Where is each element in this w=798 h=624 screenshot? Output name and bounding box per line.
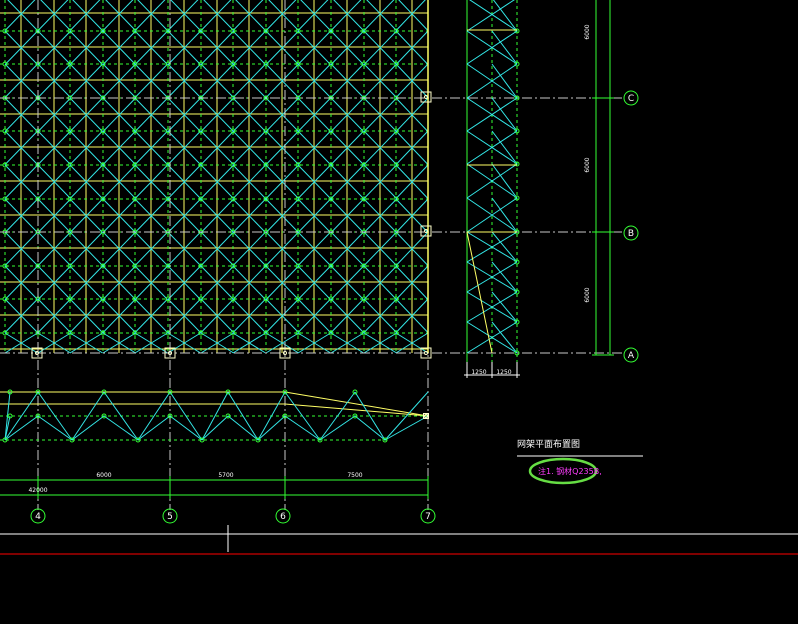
- row-axis-b: B: [623, 225, 639, 241]
- elevation-web: [71, 391, 105, 441]
- elevation-web: [4, 415, 39, 441]
- elevation-web: [384, 415, 429, 441]
- dimension-lines: [0, 476, 429, 499]
- section-web: [491, 63, 518, 99]
- dimension-right-1: 6000: [584, 24, 591, 39]
- elevation-web: [37, 415, 73, 441]
- section-web: [491, 130, 518, 165]
- elevation-web: [284, 415, 321, 441]
- drawing-title-block: 网架平面布置图: [517, 438, 643, 457]
- dimension-bottom-3: 7500: [347, 472, 362, 479]
- section-web: [491, 261, 518, 293]
- elevation-web: [137, 415, 171, 441]
- material-note-text: 注1. 钢材Q235B,: [538, 466, 602, 476]
- section-web: [491, 163, 518, 199]
- support-node-center: [424, 95, 428, 99]
- section-web: [491, 197, 518, 233]
- elevation-web: [319, 415, 356, 441]
- column-axis-5: 5: [162, 508, 178, 524]
- column-axis-6: 6: [275, 508, 291, 524]
- bottom-elevation-view: [0, 389, 429, 443]
- dimension-section-1: 1250: [471, 369, 486, 376]
- row-axis-a-label: A: [628, 351, 635, 361]
- column-axis-7-label: 7: [425, 512, 431, 522]
- elevation-web: [169, 415, 203, 441]
- section-web: [491, 291, 518, 323]
- cad-drawing-canvas[interactable]: C B A 4 5 6 7 6000 5700 7500 42000 6000 …: [0, 0, 798, 624]
- dimension-right-3: 6000: [584, 287, 591, 302]
- section-web: [492, 0, 518, 32]
- elevation-web: [257, 391, 286, 441]
- elevation-chord-slope: [284, 391, 429, 417]
- drawing-title: 网架平面布置图: [517, 438, 580, 450]
- column-axis-5-label: 5: [167, 512, 173, 522]
- section-chord-slope: [466, 231, 493, 354]
- side-section-view: [464, 0, 614, 378]
- row-axis-c: C: [623, 90, 639, 106]
- column-axis-4: 4: [30, 508, 46, 524]
- elevation-web: [201, 415, 229, 441]
- dimension-right-2: 6000: [584, 157, 591, 172]
- elevation-web: [137, 391, 171, 441]
- elevation-web: [354, 415, 386, 441]
- row-axis-b-label: B: [628, 229, 634, 239]
- section-web: [491, 97, 518, 132]
- dimension-section-2: 1250: [496, 369, 511, 376]
- support-node-center: [424, 351, 428, 355]
- elevation-web: [227, 415, 259, 441]
- dimension-bottom-2: 5700: [218, 472, 233, 479]
- column-axis-6-label: 6: [280, 512, 286, 522]
- elevation-web: [257, 415, 286, 441]
- column-axis-4-label: 4: [35, 512, 41, 522]
- section-web: [491, 321, 518, 354]
- row-axis-c-label: C: [628, 94, 634, 104]
- elevation-web: [71, 415, 105, 441]
- dimension-bottom-total: 42000: [28, 487, 47, 494]
- row-axis-a: A: [623, 347, 639, 363]
- section-web: [491, 30, 518, 65]
- material-note[interactable]: 注1. 钢材Q235B,: [528, 457, 602, 485]
- elevation-web: [103, 415, 139, 441]
- section-web: [491, 231, 518, 263]
- dimension-bottom-1: 6000: [96, 472, 111, 479]
- column-axis-7: 7: [420, 508, 436, 524]
